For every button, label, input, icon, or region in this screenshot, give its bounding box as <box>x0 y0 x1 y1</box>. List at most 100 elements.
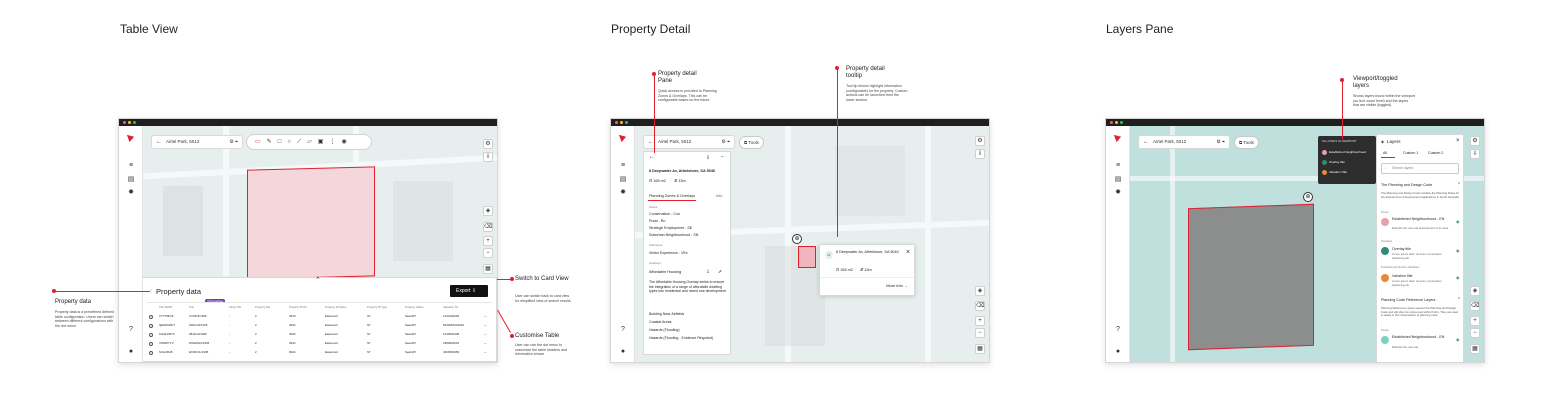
overlay-item[interactable]: Coastal Areas <box>649 320 671 324</box>
search-actions-icon[interactable]: ⚙ ⌖ <box>229 136 238 148</box>
maximize-dot[interactable] <box>133 121 136 124</box>
zoom-in-icon[interactable]: + <box>1470 316 1480 326</box>
polygon-tool-icon[interactable]: ▱ <box>307 139 318 145</box>
line-tool-icon[interactable]: ⟋ <box>297 139 307 145</box>
highlighted-parcel[interactable] <box>1188 203 1314 351</box>
column-header[interactable]: Property Nbr <box>255 306 270 309</box>
menu-icon[interactable]: ≡ <box>1114 162 1122 170</box>
delete-icon[interactable]: ⌫ <box>975 301 985 311</box>
column-header[interactable]: Street Nbr <box>229 306 241 309</box>
account-icon[interactable]: ● <box>619 348 627 356</box>
collapse-chevron-icon[interactable]: ⌃ <box>315 276 321 284</box>
map-canvas[interactable]: ⊕ ← Airtel Park, 5012 ⚙ ⌖ ⧉ Tools ⚙ ⇩ ◈ … <box>1130 126 1484 362</box>
select-tool-icon[interactable]: ▭ <box>255 139 267 145</box>
row-open-arrow-icon[interactable]: → <box>483 313 487 318</box>
column-header[interactable]: Property ID Type <box>367 306 387 309</box>
visibility-toggle-icon[interactable]: ◉ <box>1456 248 1460 253</box>
tab-info[interactable]: Info <box>716 194 722 198</box>
tab-planning-zones[interactable]: Planning Zones & Overlays <box>649 194 695 198</box>
column-header[interactable]: Valuation No <box>443 306 458 309</box>
layer-search-input[interactable]: ⌕ Search layers <box>1381 163 1459 174</box>
column-header[interactable]: Property ID Name <box>325 306 347 309</box>
more-tool-icon[interactable]: ⋮ <box>329 139 341 145</box>
minimize-dot[interactable] <box>620 121 623 124</box>
settings-map-icon[interactable]: ⚙ <box>483 139 493 149</box>
column-header[interactable]: Property Status <box>405 306 424 309</box>
overlay-item[interactable]: Building Near Airfields <box>649 312 684 316</box>
close-icon[interactable]: × <box>906 249 910 256</box>
download-icon[interactable]: ⇩ <box>706 155 710 161</box>
subzone-item[interactable]: Visitor Experience - VEx <box>649 251 688 255</box>
delete-icon[interactable]: ⌫ <box>1470 301 1480 311</box>
close-dot[interactable] <box>123 121 126 124</box>
visibility-toggle-icon[interactable]: ◉ <box>1456 275 1460 280</box>
pen-tool-icon[interactable]: ✎ <box>267 139 278 145</box>
settings-map-icon[interactable]: ⚙ <box>975 136 985 146</box>
close-dot[interactable] <box>615 121 618 124</box>
clipboard-icon[interactable]: ▤ <box>1114 176 1122 184</box>
minimize-icon[interactable]: − <box>721 154 724 160</box>
clipboard-icon[interactable]: ▤ <box>127 176 135 184</box>
account-icon[interactable]: ● <box>1114 348 1122 356</box>
help-icon[interactable]: ? <box>127 326 135 334</box>
zoom-out-icon[interactable]: − <box>483 248 493 258</box>
column-header[interactable]: Title <box>189 306 194 309</box>
external-link-icon[interactable]: ⇗ <box>718 269 722 275</box>
search-bar[interactable]: ← Airtel Park, 5012 ⚙ ⌖ <box>151 135 243 149</box>
settings-icon[interactable]: ✹ <box>1114 189 1122 197</box>
close-dot[interactable] <box>1110 121 1113 124</box>
download-icon[interactable]: ⇩ <box>1470 149 1480 159</box>
selected-parcel[interactable] <box>247 166 375 280</box>
download-icon[interactable]: ⇩ <box>483 152 493 162</box>
maximize-dot[interactable] <box>625 121 628 124</box>
row-open-arrow-icon[interactable]: → <box>483 331 487 336</box>
tools-button[interactable]: ⧉ Tools <box>739 136 764 149</box>
map-type-icon[interactable]: ▦ <box>483 264 493 274</box>
visibility-toggle-icon[interactable]: ◉ <box>1456 337 1460 342</box>
tools-button[interactable]: ⧉ Tools <box>1234 136 1259 149</box>
more-info-link[interactable]: More info → <box>886 283 908 288</box>
layers-icon[interactable]: ◈ <box>483 206 493 216</box>
row-select-radio[interactable] <box>149 341 153 346</box>
drawing-toolbar[interactable]: ▭✎□○⟋▱▣⋮◉ <box>246 134 372 150</box>
row-select-radio[interactable] <box>149 314 153 319</box>
clipboard-icon[interactable]: ▤ <box>619 176 627 184</box>
zone-item[interactable]: Suburban Neighbourhood - SN <box>649 233 698 237</box>
zoom-out-icon[interactable]: − <box>975 328 985 338</box>
location-pin-icon[interactable]: ⊕ <box>1303 192 1313 202</box>
row-select-radio[interactable] <box>149 323 153 328</box>
help-icon[interactable]: ? <box>1114 326 1122 334</box>
circle-tool-icon[interactable]: ○ <box>287 139 297 145</box>
minimize-dot[interactable] <box>1115 121 1118 124</box>
layer-group-title[interactable]: The Planning and Design Code <box>1381 183 1432 187</box>
account-icon[interactable]: ● <box>127 348 135 356</box>
layer-group-title[interactable]: Planning Code Reference Layers <box>1381 298 1435 302</box>
search-bar[interactable]: ← Airtel Park, 5012 ⚙ ⌖ <box>643 135 735 149</box>
row-select-radio[interactable] <box>149 350 153 355</box>
settings-map-icon[interactable]: ⚙ <box>1470 136 1480 146</box>
settings-icon[interactable]: ✹ <box>127 189 135 197</box>
zoom-in-icon[interactable]: + <box>975 316 985 326</box>
overlay-item[interactable]: Hazards (Flooding) <box>649 328 680 332</box>
download-icon[interactable]: ⇩ <box>975 149 985 159</box>
menu-icon[interactable]: ≡ <box>619 162 627 170</box>
layers-icon[interactable]: ◈ <box>975 286 985 296</box>
search-actions-icon[interactable]: ⚙ ⌖ <box>1216 136 1225 148</box>
zone-item[interactable]: Conservation - Con <box>649 212 680 216</box>
minimize-dot[interactable] <box>128 121 131 124</box>
help-icon[interactable]: ? <box>619 326 627 334</box>
zone-item[interactable]: Strategic Employment - SE <box>649 226 692 230</box>
overlay-download-icon[interactable]: ⇩ <box>706 269 710 275</box>
zoom-in-icon[interactable]: + <box>483 236 493 246</box>
map-type-icon[interactable]: ▦ <box>1470 344 1480 354</box>
column-header[interactable]: Property ID No <box>289 306 307 309</box>
target-tool-icon[interactable]: ◉ <box>341 139 352 145</box>
search-actions-icon[interactable]: ⚙ ⌖ <box>721 136 730 148</box>
row-open-arrow-icon[interactable]: → <box>483 340 487 345</box>
overlay-title[interactable]: Affordable Housing <box>649 270 681 274</box>
row-open-arrow-icon[interactable]: → <box>483 349 487 354</box>
square-tool-icon[interactable]: □ <box>278 139 288 145</box>
location-pin-icon[interactable]: ⊕ <box>792 234 802 244</box>
row-open-arrow-icon[interactable]: → <box>483 322 487 327</box>
search-bar[interactable]: ← Airtel Park, 5012 ⚙ ⌖ <box>1138 135 1230 149</box>
